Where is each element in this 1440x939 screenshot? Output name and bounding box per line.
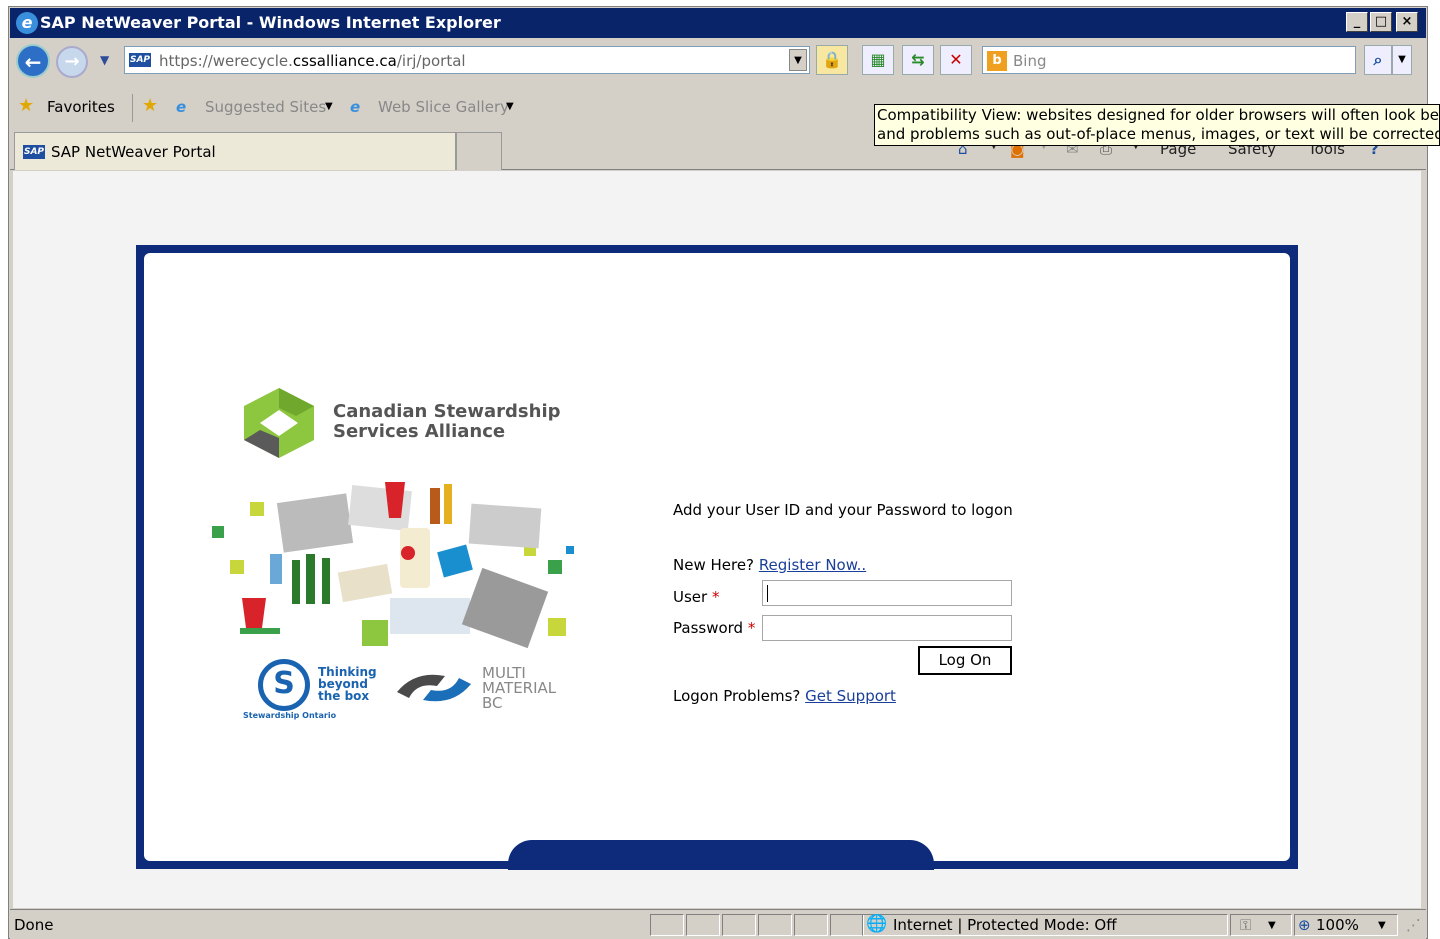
search-placeholder: Bing xyxy=(1013,52,1047,70)
resize-grip-icon[interactable]: ⋰ xyxy=(1406,916,1421,934)
logon-problems-row: Logon Problems? Get Support xyxy=(673,687,896,705)
maximize-button[interactable]: □ xyxy=(1370,12,1392,32)
logon-problems-label: Logon Problems? xyxy=(673,687,801,705)
status-pane xyxy=(650,914,684,936)
security-zone-text: Internet | Protected Mode: Off xyxy=(893,916,1117,934)
window-title: SAP NetWeaver Portal - Windows Internet … xyxy=(40,13,501,32)
separator xyxy=(132,94,133,122)
chevron-down-icon[interactable]: ▼ xyxy=(325,101,333,112)
chevron-down-icon[interactable]: ▼ xyxy=(1378,920,1386,931)
favorites-star-icon: ★ xyxy=(18,95,35,116)
status-pane xyxy=(830,914,864,936)
org-name-line-2: Services Alliance xyxy=(333,421,506,442)
tooltip-line-1: Compatibility View: websites designed fo… xyxy=(877,106,1440,124)
search-icon[interactable]: ⌕ xyxy=(1364,45,1392,75)
recent-pages-dropdown-icon[interactable]: ▼ xyxy=(100,53,109,67)
ie-logo-icon: e xyxy=(16,12,38,34)
favorites-button[interactable]: Favorites xyxy=(47,98,115,116)
stewardship-ontario-logo-icon: S xyxy=(258,659,310,711)
protected-mode-icon[interactable]: ⚿ xyxy=(1240,916,1251,934)
user-input[interactable] xyxy=(762,580,1012,606)
suggested-sites-link[interactable]: Suggested Sites xyxy=(205,98,326,116)
status-pane xyxy=(686,914,720,936)
forward-button[interactable]: → xyxy=(56,46,88,78)
bing-logo-icon: b xyxy=(987,51,1007,71)
compatibility-tooltip: Compatibility View: websites designed fo… xyxy=(874,104,1440,146)
password-label: Password * xyxy=(673,619,755,637)
sap-favicon-icon: SAP xyxy=(23,145,45,159)
security-lock-icon[interactable]: 🔒 xyxy=(816,45,848,75)
compatibility-view-button[interactable]: ▦ xyxy=(862,45,894,75)
required-marker: * xyxy=(711,588,720,606)
zoom-icon: ⊕ xyxy=(1298,916,1311,934)
address-url[interactable]: https://werecycle.cssalliance.ca/irj/por… xyxy=(159,52,466,70)
search-box[interactable]: b Bing xyxy=(982,46,1356,74)
text-cursor xyxy=(767,585,768,602)
back-button[interactable]: ← xyxy=(16,44,50,78)
mmbc-logo-icon xyxy=(397,674,471,702)
cssa-logo-icon xyxy=(244,388,314,458)
address-dropdown-button[interactable]: ▼ xyxy=(789,49,807,71)
new-tab-button[interactable] xyxy=(456,132,502,170)
register-now-link[interactable]: Register Now.. xyxy=(759,556,866,574)
recyclables-collage-image xyxy=(240,482,549,648)
ie-page-icon: e xyxy=(176,98,187,116)
user-label: User * xyxy=(673,588,719,606)
chevron-down-icon[interactable]: ▼ xyxy=(506,101,514,112)
get-support-link[interactable]: Get Support xyxy=(805,687,896,705)
status-text: Done xyxy=(14,916,54,934)
user-label-text: User xyxy=(673,588,708,606)
status-pane xyxy=(794,914,828,936)
zoom-level[interactable]: 100% xyxy=(1316,916,1359,934)
title-bar: e SAP NetWeaver Portal - Windows Interne… xyxy=(10,8,1426,38)
tooltip-line-2: and problems such as out-of-place menus,… xyxy=(877,125,1440,143)
internet-globe-icon: 🌐 xyxy=(866,914,888,934)
org-name: Canadian Stewardship Services Alliance xyxy=(333,402,561,442)
logon-instruction: Add your User ID and your Password to lo… xyxy=(673,501,1013,519)
navigation-bar: ← → ▼ SAP https://werecycle.cssalliance.… xyxy=(10,39,1426,85)
new-here-label: New Here? xyxy=(673,556,755,574)
new-here-row: New Here? Register Now.. xyxy=(673,556,866,574)
password-input[interactable] xyxy=(762,615,1012,641)
ie-page-icon: e xyxy=(350,98,361,116)
frame-bottom-tab xyxy=(508,840,934,870)
org-name-line-1: Canadian Stewardship xyxy=(333,401,561,422)
refresh-button[interactable]: ⇆ xyxy=(902,45,934,75)
decor-square xyxy=(212,526,224,538)
status-pane xyxy=(722,914,756,936)
chevron-down-icon[interactable]: ▼ xyxy=(1268,920,1276,931)
stop-button[interactable]: ✕ xyxy=(940,45,972,75)
log-on-button[interactable]: Log On xyxy=(918,646,1012,675)
mmbc-text: MULTI MATERIAL BC xyxy=(482,664,557,712)
tab-label: SAP NetWeaver Portal xyxy=(51,143,216,161)
sap-favicon-icon: SAP xyxy=(129,53,151,67)
stewardship-ontario-name: Stewardship Ontario xyxy=(243,711,337,720)
tab-sap-portal[interactable]: SAP SAP NetWeaver Portal xyxy=(14,132,456,170)
stewardship-tagline: Thinking beyond the box xyxy=(318,665,377,703)
add-favorite-icon[interactable]: ★ xyxy=(142,95,158,116)
required-marker: * xyxy=(747,619,756,637)
address-bar[interactable]: SAP https://werecycle.cssalliance.ca/irj… xyxy=(124,46,810,74)
web-slice-gallery-link[interactable]: Web Slice Gallery xyxy=(378,98,509,116)
status-bar: Done 🌐 Internet | Protected Mode: Off ⚿ … xyxy=(10,909,1426,939)
password-label-text: Password xyxy=(673,619,744,637)
status-pane xyxy=(758,914,792,936)
close-window-button[interactable]: × xyxy=(1396,12,1418,32)
search-options-dropdown-icon[interactable]: ▼ xyxy=(1392,45,1412,75)
decor-square xyxy=(566,546,574,554)
minimize-button[interactable]: _ xyxy=(1346,12,1368,32)
